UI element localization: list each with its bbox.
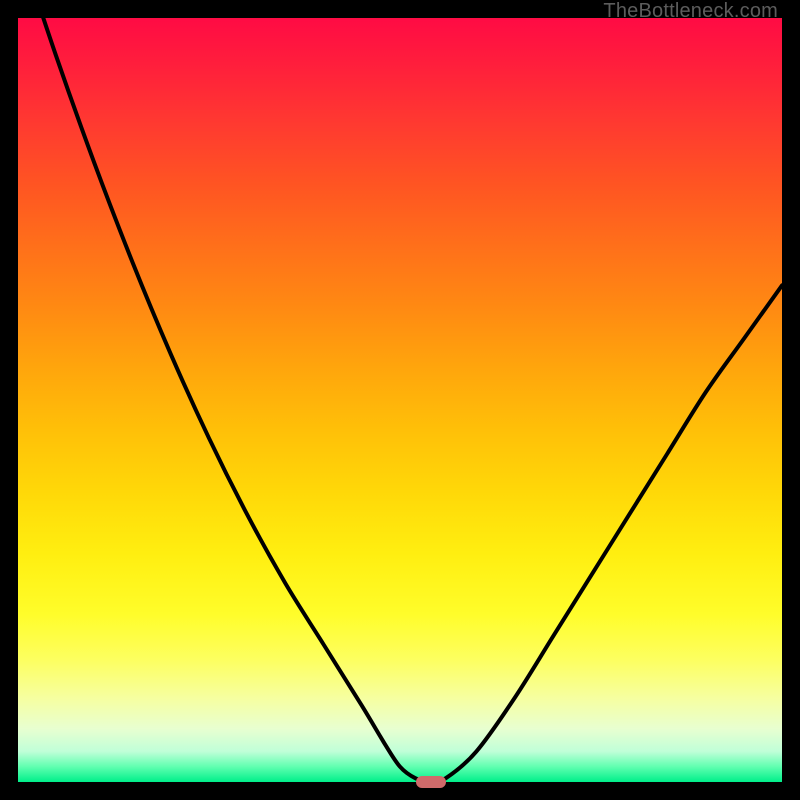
bottleneck-curve [18,18,782,782]
chart-frame: TheBottleneck.com [0,0,800,800]
minimum-marker [416,776,446,788]
plot-area [18,18,782,782]
